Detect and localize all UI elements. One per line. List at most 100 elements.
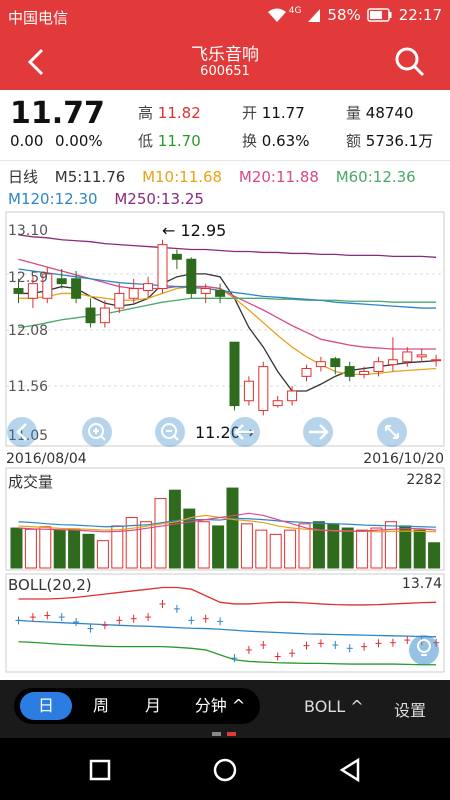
- system-nav-bar: [0, 738, 450, 800]
- volume-bar: [341, 527, 354, 569]
- kline-ytick-3: 11.56: [8, 379, 48, 395]
- period-label: 日线: [8, 168, 39, 186]
- volume-value: 48740: [365, 104, 414, 122]
- boll-max: 13.74: [402, 576, 442, 592]
- search-icon[interactable]: [392, 44, 428, 80]
- app-header: 飞乐音响 600651: [0, 32, 450, 90]
- volume-bar: [428, 542, 441, 569]
- candle-body: [301, 368, 312, 377]
- amount-value: 5736.1万: [365, 132, 434, 150]
- candle-body: [215, 289, 226, 297]
- candle-body: [416, 354, 427, 358]
- triangle-back-icon[interactable]: [332, 752, 368, 788]
- pan-right-button[interactable]: [303, 417, 333, 447]
- candle-body: [243, 380, 254, 402]
- candle-body: [287, 390, 298, 402]
- carrier-name: 中国电信: [8, 9, 69, 27]
- volume-bar: [168, 489, 181, 569]
- candle-body: [344, 366, 355, 377]
- candle-body: [387, 359, 398, 366]
- volume-bar: [154, 498, 167, 569]
- period-tabs: 日 周 月 分钟 ^: [14, 688, 260, 724]
- volume-bar: [197, 521, 210, 569]
- volume-bar: [10, 527, 23, 569]
- volume-bar: [68, 528, 81, 569]
- high-label: 高: [138, 104, 154, 122]
- open-value: 11.77: [261, 104, 305, 122]
- quote-panel: 11.77 0.00 0.00% 高 11.82 低 11.70 开 11.77…: [0, 90, 450, 161]
- candle-body: [186, 258, 197, 294]
- volume-bar: [312, 521, 325, 569]
- candle-body: [56, 278, 67, 285]
- turnover-stat: 换 0.63%: [242, 130, 309, 151]
- candle-body: [171, 253, 182, 260]
- open-stat: 开 11.77: [242, 102, 305, 123]
- stock-charts[interactable]: 13.10 12.59 12.08 11.56 11.05 ← 12.95 11…: [0, 210, 450, 680]
- boll-title: BOLL(20,2): [8, 576, 92, 594]
- signal-icon: [308, 9, 321, 22]
- circle-home-icon[interactable]: [207, 752, 243, 788]
- date-start: 2016/08/04: [6, 451, 87, 467]
- kline-ytick-2: 12.08: [8, 323, 48, 339]
- candle-body: [143, 283, 154, 291]
- zoom-out-button[interactable]: [155, 417, 185, 447]
- volume-bar: [226, 487, 239, 569]
- square-recents-icon[interactable]: [82, 752, 118, 788]
- wifi-icon: [267, 8, 286, 22]
- volume-bar: [24, 528, 37, 569]
- volume-stat: 量 48740: [346, 102, 414, 123]
- ma60-legend: M60:12.36: [335, 168, 416, 186]
- stock-name: 飞乐音响: [191, 45, 259, 65]
- candle-body: [373, 361, 384, 372]
- volume-bar: [111, 525, 124, 569]
- candle-body: [272, 400, 283, 407]
- amount-label: 额: [346, 132, 362, 150]
- fullscreen-button[interactable]: [377, 417, 407, 447]
- candle-body: [114, 292, 125, 309]
- volume-bar: [240, 523, 253, 569]
- volume-bar: [356, 529, 369, 569]
- candle-body: [71, 278, 82, 299]
- last-price: 11.77: [10, 96, 105, 131]
- scroll-left-button[interactable]: [7, 417, 37, 447]
- candle-body: [128, 288, 139, 299]
- volume-bar: [255, 529, 268, 569]
- turnover-value: 0.63%: [261, 132, 310, 150]
- tab-week[interactable]: 周: [76, 688, 126, 724]
- status-bar: 中国电信 4G 58% 22:17: [0, 0, 450, 32]
- low-value: 11.70: [157, 132, 201, 150]
- bottom-toolbar: 日 周 月 分钟 ^ BOLL ^ 设置: [0, 680, 450, 738]
- volume-bar: [370, 527, 383, 569]
- candle-body: [258, 366, 269, 411]
- candle-body: [85, 307, 96, 324]
- volume-title: 成交量: [8, 473, 53, 491]
- ma120-legend: M120:12.30: [8, 190, 98, 208]
- pan-left-button[interactable]: [230, 417, 260, 447]
- tab-day[interactable]: 日: [20, 692, 72, 720]
- zoom-in-button[interactable]: [82, 417, 112, 447]
- volume-max: 2282: [406, 472, 442, 488]
- volume-bar: [413, 529, 426, 569]
- settings-button[interactable]: 设置: [394, 697, 426, 721]
- tips-button[interactable]: [409, 635, 439, 665]
- ma5-legend: M5:11.76: [54, 168, 126, 186]
- battery-icon: [367, 8, 392, 22]
- candle-body: [359, 370, 370, 375]
- stock-code: 600651: [200, 64, 250, 79]
- candle-body: [229, 341, 240, 407]
- kline-ytick-0: 13.10: [8, 223, 48, 239]
- clock: 22:17: [398, 6, 442, 24]
- ma20-legend: M20:11.88: [238, 168, 319, 186]
- tab-minute[interactable]: 分钟 ^: [182, 688, 258, 724]
- low-stat: 低 11.70: [138, 130, 201, 151]
- candle-body: [315, 361, 326, 368]
- low-label: 低: [138, 132, 154, 150]
- network-type: 4G: [288, 6, 302, 16]
- candle-body: [402, 351, 413, 363]
- candle-body: [330, 358, 341, 368]
- volume-bar: [53, 529, 66, 569]
- date-end: 2016/10/20: [363, 451, 444, 467]
- tab-month[interactable]: 月: [128, 688, 178, 724]
- ma250-legend: M250:13.25: [114, 190, 204, 208]
- indicator-button[interactable]: BOLL ^: [304, 697, 364, 716]
